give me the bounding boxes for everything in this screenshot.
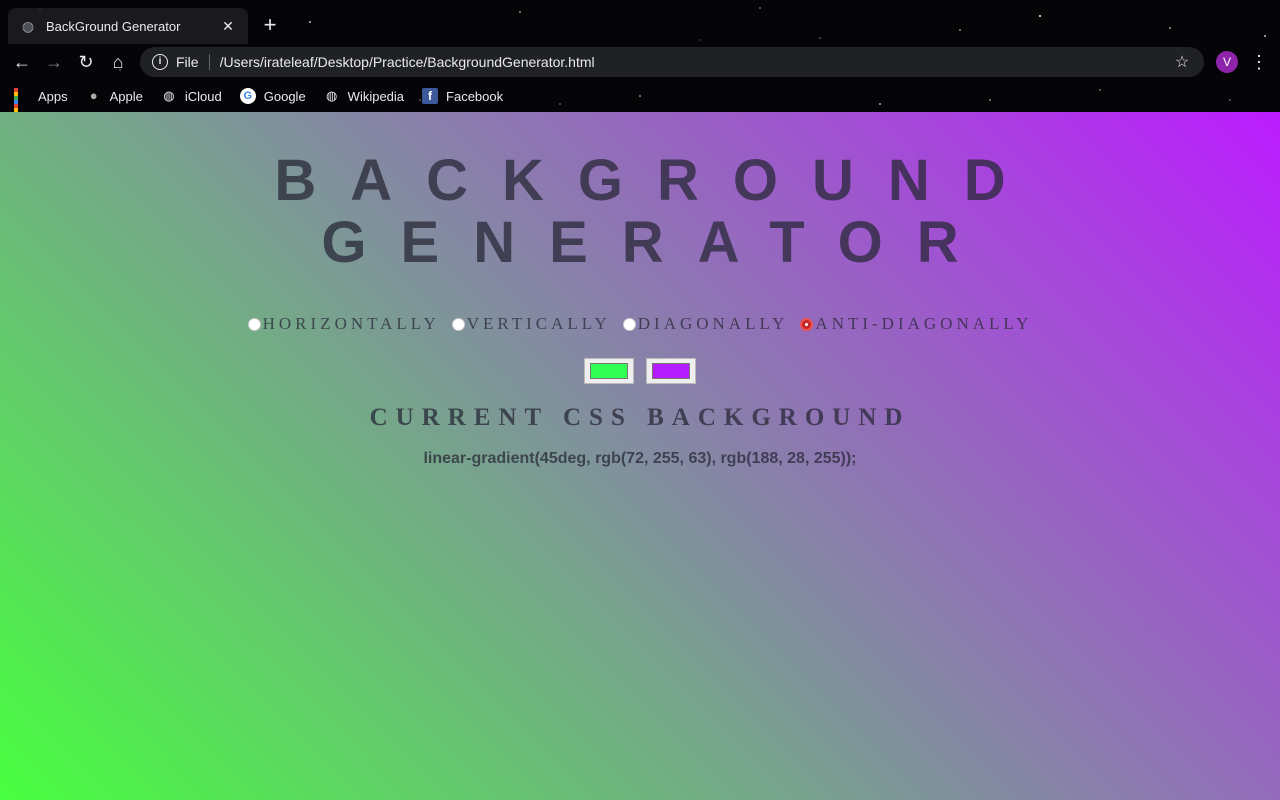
bookmark-google[interactable]: G Google	[239, 88, 306, 104]
radio-button[interactable]	[247, 317, 261, 331]
menu-kebab-icon[interactable]: ⋮	[1250, 50, 1268, 74]
bookmark-label: Apps	[38, 88, 68, 104]
url-scheme: File	[176, 54, 199, 70]
bookmarks-bar: Apps ● Apple ◍ iCloud G Google ◍ Wikiped…	[0, 80, 1280, 112]
title-line-2: GENERATOR	[321, 210, 993, 275]
apps-grid-icon	[14, 88, 30, 112]
title-line-1: BACKGROUND	[274, 148, 1040, 213]
browser-chrome: ◍ BackGround Generator ✕ + ← → ↻ ⌂ i Fil…	[0, 0, 1280, 112]
color-swatch	[590, 363, 628, 379]
css-section-heading: CURRENT CSS BACKGROUND	[369, 404, 911, 431]
tab-title: BackGround Generator	[46, 18, 181, 34]
css-output-text: linear-gradient(45deg, rgb(72, 255, 63),…	[423, 450, 857, 467]
radio-diagonally[interactable]: DIAGONALLY	[622, 314, 789, 334]
divider	[208, 54, 210, 70]
facebook-icon: f	[422, 88, 439, 104]
profile-avatar[interactable]: V	[1216, 51, 1238, 73]
bookmark-facebook[interactable]: f Facebook	[422, 88, 503, 104]
direction-radio-group: HORIZONTALLY VERTICALLY DIAGONALLY ANTI-…	[0, 314, 1280, 334]
bookmark-icloud[interactable]: ◍ iCloud	[161, 88, 222, 104]
radio-anti-diagonally[interactable]: ANTI-DIAGONALLY	[800, 314, 1032, 334]
radio-horizontally[interactable]: HORIZONTALLY	[247, 314, 440, 334]
globe-icon: ◍	[326, 88, 338, 103]
globe-icon: ◍	[163, 88, 175, 103]
bookmark-star-icon[interactable]: ☆	[1172, 52, 1192, 72]
apple-icon: ●	[89, 88, 98, 103]
radio-button[interactable]	[451, 317, 465, 331]
radio-label: HORIZONTALLY	[262, 314, 440, 333]
close-tab-icon[interactable]: ✕	[220, 18, 236, 34]
address-bar[interactable]: i File /Users/irateleaf/Desktop/Practice…	[140, 47, 1204, 77]
bookmark-label: Wikipedia	[347, 88, 405, 104]
home-icon[interactable]: ⌂	[106, 50, 130, 74]
radio-button[interactable]	[622, 317, 636, 331]
globe-icon: ◍	[21, 18, 35, 34]
bookmark-label: Apple	[109, 88, 143, 104]
radio-button-checked[interactable]	[800, 317, 814, 331]
radio-vertically[interactable]: VERTICALLY	[451, 314, 611, 334]
back-arrow-icon[interactable]: ←	[10, 50, 34, 74]
radio-label: DIAGONALLY	[637, 314, 789, 333]
color-picker-1[interactable]	[584, 358, 634, 384]
radio-label: VERTICALLY	[466, 314, 611, 333]
color-picker-2[interactable]	[646, 358, 696, 384]
bookmark-label: Google	[263, 88, 306, 104]
tab-background-generator[interactable]: ◍ BackGround Generator ✕	[8, 8, 248, 44]
bookmark-label: Facebook	[446, 88, 504, 104]
color-pickers	[0, 358, 1280, 384]
new-tab-button[interactable]: +	[258, 14, 282, 38]
bookmark-apps[interactable]: Apps	[14, 88, 68, 112]
color-swatch	[652, 363, 690, 379]
bookmark-apple[interactable]: ● Apple	[86, 88, 143, 104]
page-body: BACKGROUND GENERATOR HORIZONTALLY VERTIC…	[0, 112, 1280, 800]
radio-label: ANTI-DIAGONALLY	[815, 314, 1033, 333]
browser-toolbar: ← → ↻ ⌂ i File /Users/irateleaf/Desktop/…	[0, 44, 1280, 80]
tab-strip: ◍ BackGround Generator ✕ +	[0, 0, 1280, 44]
reload-icon[interactable]: ↻	[74, 50, 98, 74]
info-icon[interactable]: i	[152, 54, 168, 70]
forward-arrow-icon[interactable]: →	[42, 50, 66, 74]
url-text[interactable]: /Users/irateleaf/Desktop/Practice/Backgr…	[220, 54, 1172, 70]
bookmark-wikipedia[interactable]: ◍ Wikipedia	[324, 88, 404, 104]
page-title: BACKGROUND GENERATOR	[0, 150, 1280, 274]
google-icon: G	[239, 88, 256, 104]
bookmark-label: iCloud	[184, 88, 222, 104]
